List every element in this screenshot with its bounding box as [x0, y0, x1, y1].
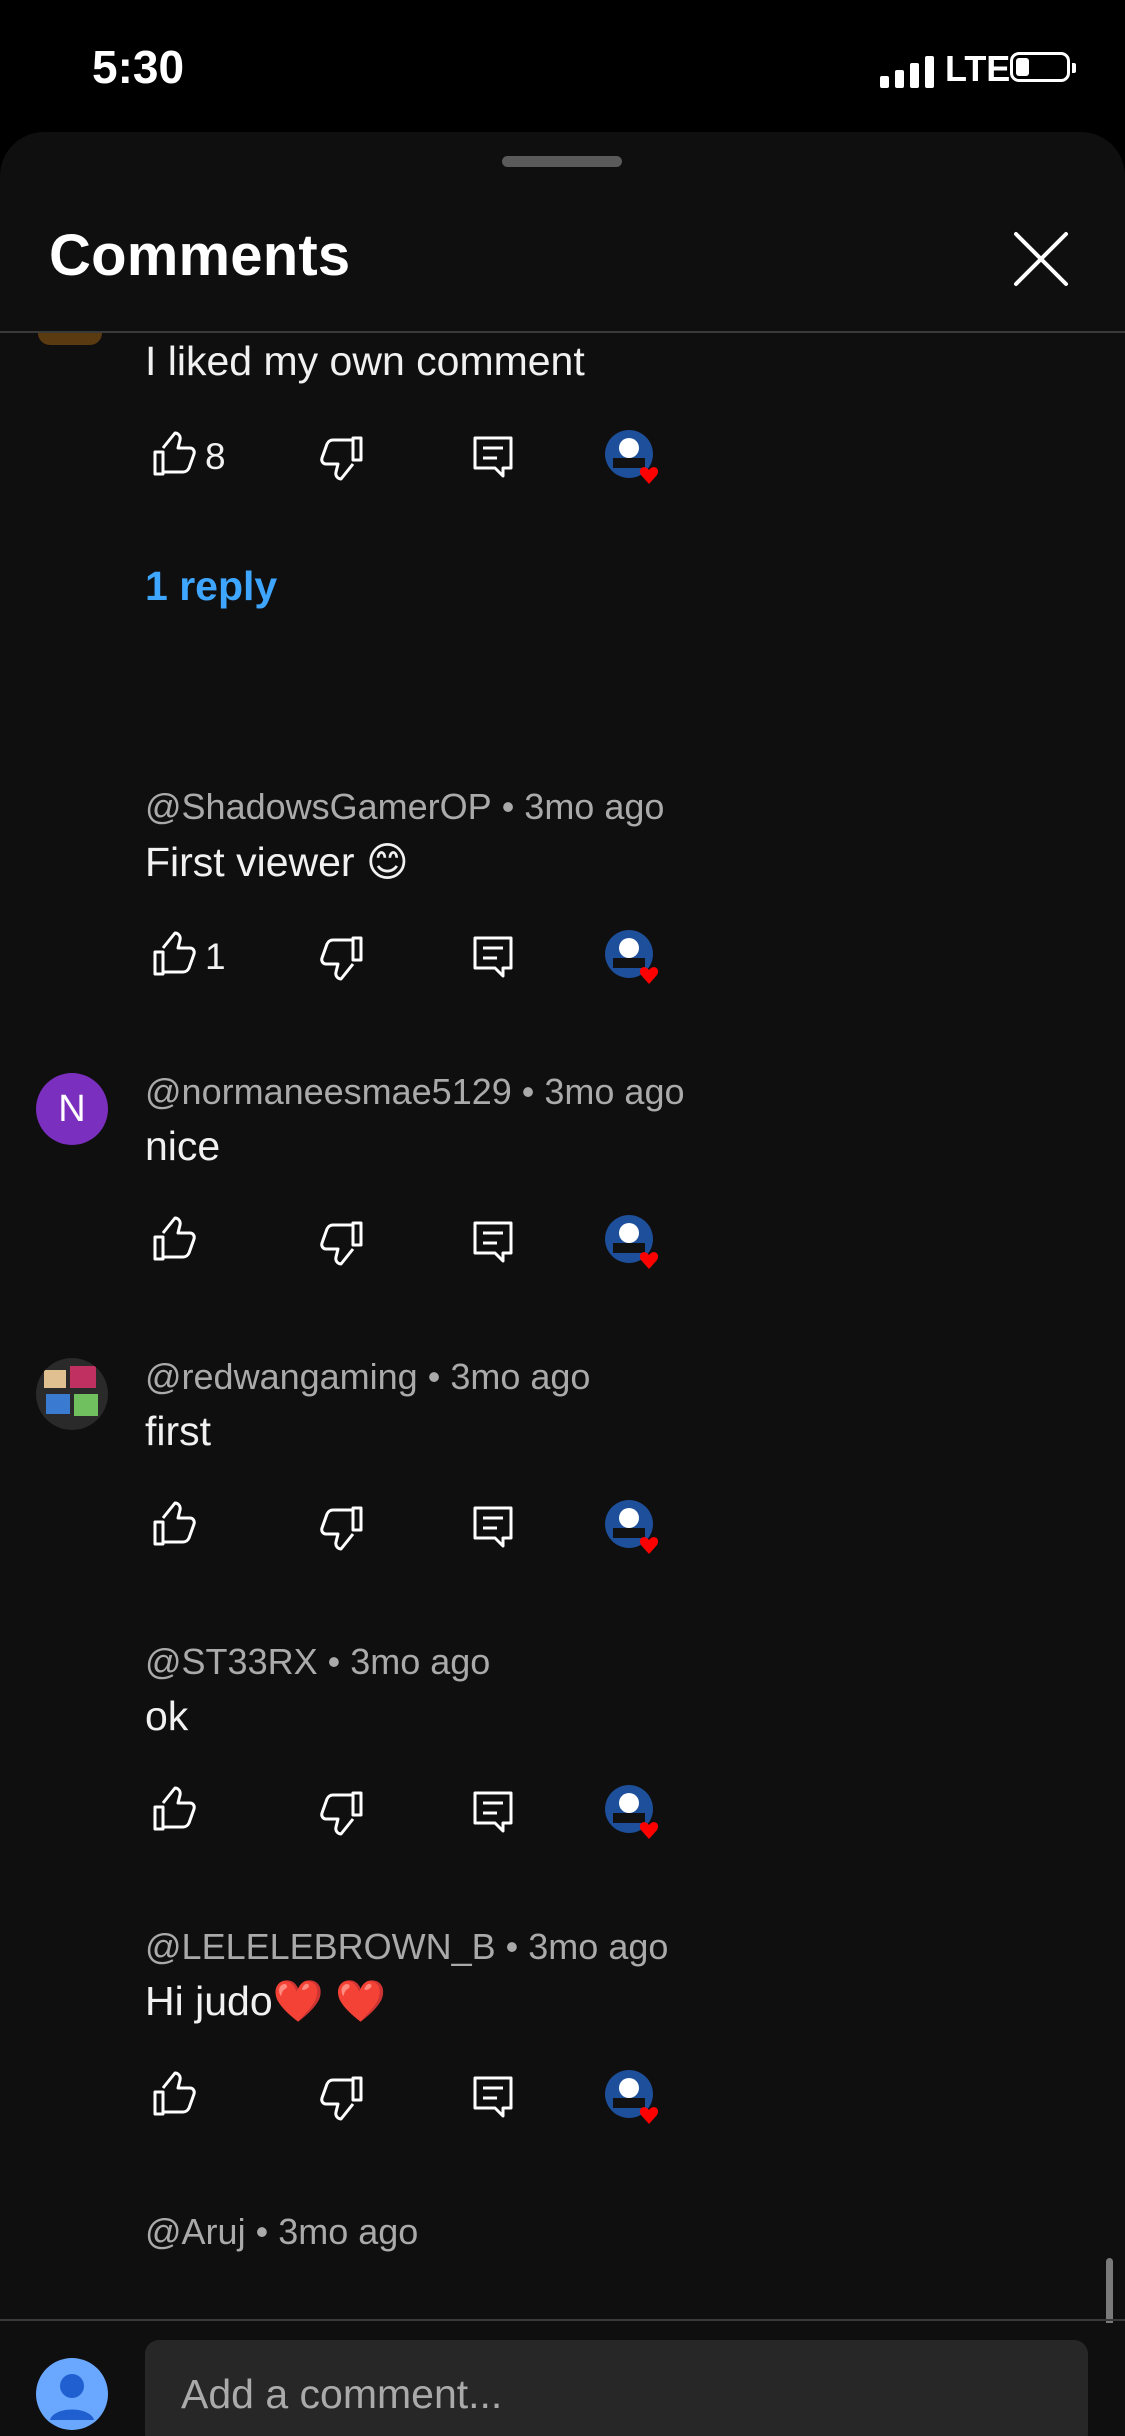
- comments-sheet: Comments I liked my own comment 8 1 repl…: [0, 132, 1125, 2436]
- creator-heart-icon: [603, 2066, 667, 2130]
- view-replies-link[interactable]: 1 reply: [145, 563, 277, 610]
- like-count: 8: [205, 436, 226, 477]
- creator-heart-icon: [603, 1211, 667, 1275]
- comment-text: first: [145, 1408, 212, 1454]
- like-icon[interactable]: [145, 928, 201, 984]
- like-count: 1: [205, 936, 226, 977]
- dislike-icon[interactable]: [315, 1213, 371, 1269]
- add-comment-input[interactable]: [145, 2340, 1088, 2436]
- comment-age: 3mo ago: [350, 1641, 491, 1682]
- like-icon[interactable]: [145, 428, 201, 484]
- cellular-signal-icon: [880, 52, 934, 88]
- comment-author[interactable]: @ShadowsGamerOP: [145, 786, 492, 827]
- comment-text: Hi judo❤️ ❤️: [145, 1978, 387, 2024]
- close-icon[interactable]: [1010, 228, 1072, 290]
- avatar[interactable]: [36, 1358, 108, 1430]
- dislike-icon[interactable]: [315, 1783, 371, 1839]
- comment-meta: @ShadowsGamerOP • 3mo ago: [145, 786, 665, 827]
- comment-age: 3mo ago: [450, 1356, 591, 1397]
- creator-heart-icon: [603, 1781, 667, 1845]
- like-icon[interactable]: [145, 1783, 201, 1839]
- dislike-icon[interactable]: [315, 428, 371, 484]
- creator-heart-icon: [603, 426, 667, 490]
- comment-text: ok: [145, 1693, 189, 1739]
- comment-meta: @ST33RX • 3mo ago: [145, 1641, 491, 1682]
- comment-text: I liked my own comment: [145, 338, 585, 384]
- sheet-title: Comments: [49, 223, 351, 288]
- comment-age: 3mo ago: [528, 1926, 669, 1967]
- drag-handle[interactable]: [502, 156, 622, 167]
- comment-list[interactable]: I liked my own comment 8 1 reply @Shadow…: [0, 333, 1125, 2323]
- status-bar: 5:30 LTE: [0, 0, 1125, 130]
- comment-meta: @LELELEBROWN_B • 3mo ago: [145, 1926, 669, 1967]
- user-avatar-icon: [36, 2358, 108, 2430]
- like-icon[interactable]: [145, 1213, 201, 1269]
- comment-author[interactable]: @redwangaming: [145, 1356, 418, 1397]
- dislike-icon[interactable]: [315, 928, 371, 984]
- composer-divider: [0, 2319, 1125, 2321]
- comment-age: 3mo ago: [524, 786, 665, 827]
- comment-author[interactable]: @normaneesmae5129: [145, 1071, 512, 1112]
- comment-text: nice: [145, 1123, 221, 1169]
- scrollbar[interactable]: [1106, 2258, 1113, 2323]
- reply-icon[interactable]: [465, 1783, 521, 1839]
- comment-age: 3mo ago: [278, 2211, 419, 2252]
- comment-author[interactable]: @LELELEBROWN_B: [145, 1926, 496, 1967]
- comment-meta: @normaneesmae5129 • 3mo ago: [145, 1071, 685, 1112]
- reply-icon[interactable]: [465, 1213, 521, 1269]
- comment-actions: [145, 1213, 745, 1273]
- comment-actions: [145, 2068, 745, 2128]
- comment-author[interactable]: @ST33RX: [145, 1641, 318, 1682]
- comment-actions: [145, 1783, 745, 1843]
- dislike-icon[interactable]: [315, 2068, 371, 2124]
- dislike-icon[interactable]: [315, 1498, 371, 1554]
- comment-actions: [145, 1498, 745, 1558]
- status-time: 5:30: [92, 41, 185, 93]
- avatar[interactable]: N: [36, 1073, 108, 1145]
- reply-icon[interactable]: [465, 928, 521, 984]
- like-icon[interactable]: [145, 1498, 201, 1554]
- battery-icon: [1010, 52, 1076, 82]
- reply-icon[interactable]: [465, 1498, 521, 1554]
- creator-heart-icon: [603, 1496, 667, 1560]
- network-type: LTE: [945, 48, 1011, 89]
- comment-actions: 8: [145, 428, 745, 488]
- like-icon[interactable]: [145, 2068, 201, 2124]
- comment-meta: @Aruj • 3mo ago: [145, 2211, 419, 2252]
- avatar[interactable]: [38, 333, 102, 345]
- comment-age: 3mo ago: [544, 1071, 685, 1112]
- comment-author[interactable]: @Aruj: [145, 2211, 246, 2252]
- comment-meta: @redwangaming • 3mo ago: [145, 1356, 591, 1397]
- reply-icon[interactable]: [465, 428, 521, 484]
- reply-icon[interactable]: [465, 2068, 521, 2124]
- comment-text: First viewer 😊: [145, 839, 409, 885]
- comment-actions: 1: [145, 928, 745, 988]
- creator-heart-icon: [603, 926, 667, 990]
